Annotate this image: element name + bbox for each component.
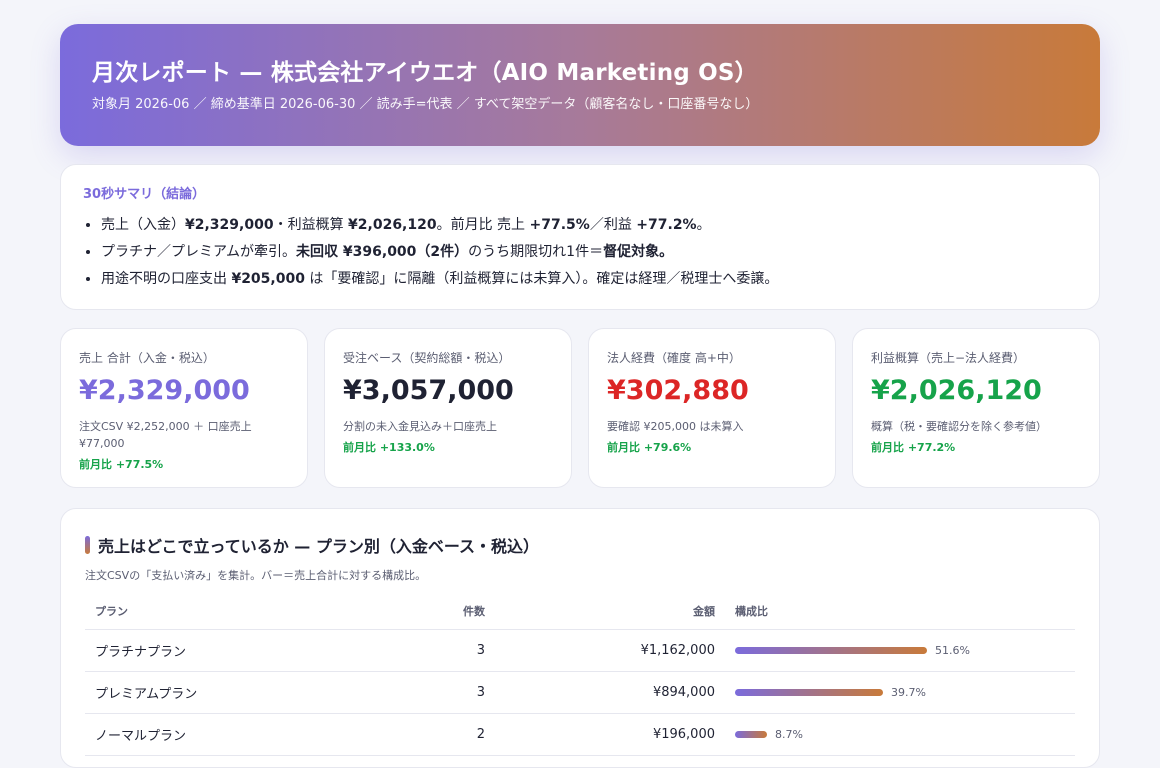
summary-strong: ¥2,026,120: [348, 217, 437, 233]
kpi-delta: 前月比 +79.6%: [607, 441, 692, 454]
cell-share: 51.6%: [725, 629, 1075, 672]
kpi-note: 概算（税・要確認分を除く参考値）: [871, 420, 1047, 433]
summary-strong: +77.2%: [636, 217, 697, 233]
section-title: 売上はどこで立っているか — プラン別（入金ベース・税込）: [98, 537, 540, 556]
section-note: 注文CSVの「支払い済み」を集計。バー＝売上合計に対する構成比。: [85, 569, 427, 582]
summary-strong: ¥205,000: [231, 271, 305, 287]
column-header-plan: プラン: [85, 603, 365, 630]
kpi-value: ¥302,880: [607, 375, 749, 406]
kpi-card-orders: 受注ベース（契約総額・税込） ¥3,057,000 分割の未入金見込み＋口座売上…: [324, 328, 572, 488]
page-subtitle: 対象月 2026-06 ／ 締め基準日 2026-06-30 ／ 読み手=代表 …: [92, 97, 759, 112]
table-header-row: プラン 件数 金額 構成比: [85, 603, 1075, 630]
table-row: プラチナプラン 3 ¥1,162,000 51.6%: [85, 629, 1075, 672]
share-label: 39.7%: [891, 686, 926, 699]
section-accent-bar: [85, 536, 90, 554]
column-header-amount: 金額: [495, 603, 725, 630]
summary-text: ・利益概算: [273, 217, 349, 233]
summary-strong: 未回収 ¥396,000（2件）: [296, 244, 469, 260]
share-bar-cell: 8.7%: [735, 728, 1065, 741]
cell-count: 2: [365, 713, 495, 756]
kpi-row: 売上 合計（入金・税込） ¥2,329,000 注文CSV ¥2,252,000…: [60, 328, 1100, 488]
kpi-title: 利益概算（売上−法人経費）: [871, 351, 1026, 365]
cell-amount: ¥196,000: [495, 713, 725, 756]
cell-count: 3: [365, 629, 495, 672]
cell-count: 3: [365, 671, 495, 714]
kpi-value: ¥3,057,000: [343, 375, 514, 406]
summary-label: 30秒サマリ（結論）: [83, 187, 206, 202]
summary-item: 売上（入金）¥2,329,000・利益概算 ¥2,026,120。前月比 売上 …: [101, 212, 1077, 239]
summary-text: ／利益: [589, 217, 637, 233]
summary-strong: ¥2,329,000: [185, 217, 274, 233]
share-bar: [735, 647, 927, 654]
cell-share: 8.7%: [725, 713, 1075, 756]
kpi-card-profit: 利益概算（売上−法人経費） ¥2,026,120 概算（税・要確認分を除く参考値…: [852, 328, 1100, 488]
summary-text: 。: [696, 217, 711, 233]
column-header-count: 件数: [365, 603, 495, 630]
kpi-note: 要確認 ¥205,000 は未算入: [607, 420, 744, 433]
summary-item: プラチナ／プレミアムが牽引。未回収 ¥396,000（2件）のうち期限切れ1件＝…: [101, 239, 1077, 266]
share-bar: [735, 689, 883, 696]
share-bar-cell: 39.7%: [735, 686, 1065, 699]
summary-text: は「要確認」に隔離（利益概算には未算入）。確定は経理／税理士へ委譲。: [304, 271, 779, 287]
kpi-title: 売上 合計（入金・税込）: [79, 351, 215, 365]
kpi-card-revenue: 売上 合計（入金・税込） ¥2,329,000 注文CSV ¥2,252,000…: [60, 328, 308, 488]
cell-share: 39.7%: [725, 671, 1075, 714]
plan-header: 売上はどこで立っているか — プラン別（入金ベース・税込）: [85, 533, 1075, 557]
summary-text: のうち期限切れ1件＝: [468, 244, 604, 260]
summary-strong: +77.5%: [529, 217, 590, 233]
kpi-title: 法人経費（確度 高+中）: [607, 351, 741, 365]
cell-amount: ¥1,162,000: [495, 629, 725, 672]
kpi-value: ¥2,329,000: [79, 375, 250, 406]
summary-text: 用途不明の口座支出: [101, 271, 232, 287]
summary-text: 。前月比 売上: [436, 217, 530, 233]
share-bar: [735, 731, 767, 738]
summary-item: 用途不明の口座支出 ¥205,000 は「要確認」に隔離（利益概算には未算入）。…: [101, 266, 1077, 293]
share-bar-cell: 51.6%: [735, 644, 1065, 657]
summary-text: 売上（入金）: [101, 217, 185, 233]
cell-plan: プラチナプラン: [85, 629, 365, 672]
report-header: 月次レポート — 株式会社アイウエオ（AIO Marketing OS） 対象月…: [60, 24, 1100, 146]
summary-card: 30秒サマリ（結論） 売上（入金）¥2,329,000・利益概算 ¥2,026,…: [60, 164, 1100, 310]
summary-text: プラチナ／プレミアムが牽引。: [101, 244, 297, 260]
table-row: プレミアムプラン 3 ¥894,000 39.7%: [85, 671, 1075, 714]
kpi-note: 分割の未入金見込み＋口座売上: [343, 420, 497, 433]
kpi-title: 受注ベース（契約総額・税込）: [343, 351, 511, 365]
cell-plan: ノーマルプラン: [85, 713, 365, 756]
kpi-card-expenses: 法人経費（確度 高+中） ¥302,880 要確認 ¥205,000 は未算入 …: [588, 328, 836, 488]
kpi-delta: 前月比 +77.2%: [871, 441, 956, 454]
summary-list: 売上（入金）¥2,329,000・利益概算 ¥2,026,120。前月比 売上 …: [83, 212, 1077, 293]
kpi-delta: 前月比 +133.0%: [343, 441, 435, 454]
page-title: 月次レポート — 株式会社アイウエオ（AIO Marketing OS）: [92, 60, 758, 86]
kpi-note: 注文CSV ¥2,252,000 ＋ 口座売上 ¥77,000: [79, 420, 252, 450]
share-label: 8.7%: [775, 728, 803, 741]
table-row: ノーマルプラン 2 ¥196,000 8.7%: [85, 713, 1075, 756]
share-label: 51.6%: [935, 644, 970, 657]
summary-strong: 督促対象。: [603, 244, 674, 260]
plan-table: プラン 件数 金額 構成比 プラチナプラン 3 ¥1,162,000 51.6%: [85, 603, 1075, 756]
kpi-value: ¥2,026,120: [871, 375, 1042, 406]
plan-section: 売上はどこで立っているか — プラン別（入金ベース・税込） 注文CSVの「支払い…: [60, 508, 1100, 768]
cell-plan: プレミアムプラン: [85, 671, 365, 714]
column-header-share: 構成比: [725, 603, 1075, 630]
kpi-delta: 前月比 +77.5%: [79, 458, 164, 471]
cell-amount: ¥894,000: [495, 671, 725, 714]
